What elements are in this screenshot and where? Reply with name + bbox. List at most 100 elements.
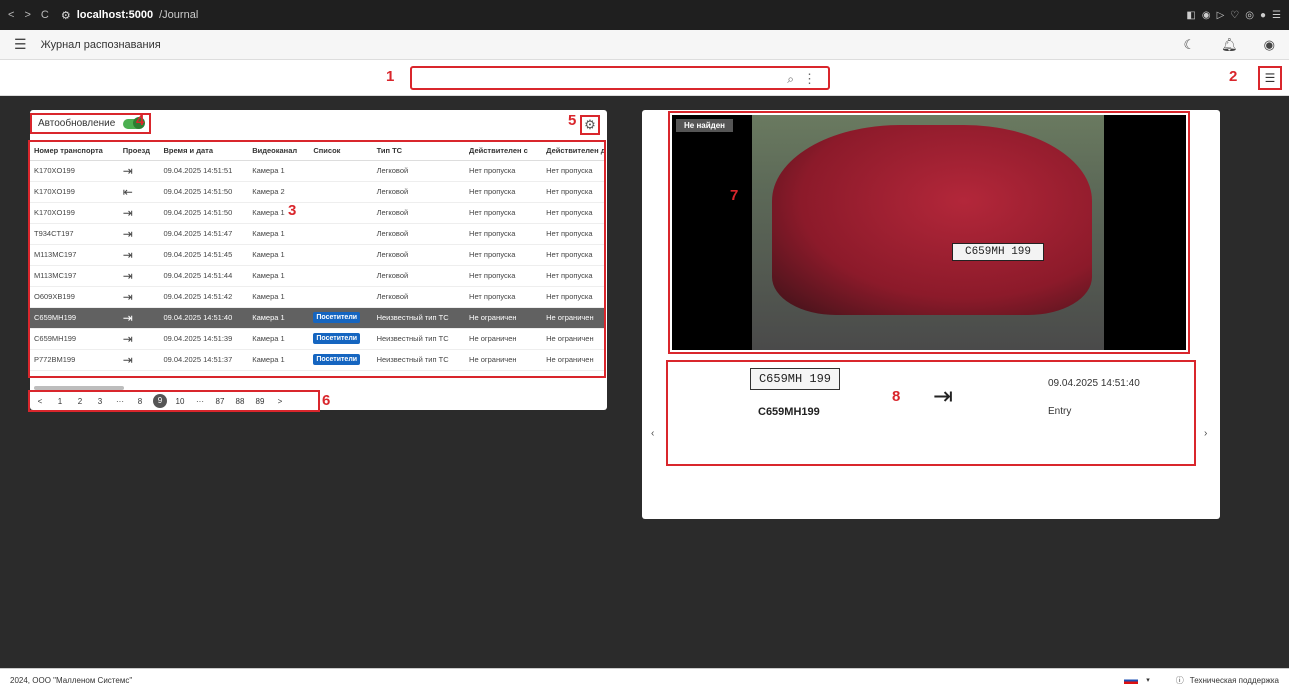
- column-header[interactable]: Действителен д: [542, 142, 604, 161]
- direction-cell: ⇥: [118, 202, 160, 224]
- table-row[interactable]: C659MH199 ⇥ 09.04.2025 14:51:39 Камера 1 Пос…: [30, 328, 604, 350]
- search-field[interactable]: ⌕ ⋮: [410, 66, 830, 90]
- valid-to-cell: Нет пропуска: [542, 244, 604, 266]
- extension-icon[interactable]: ▷: [1217, 10, 1225, 21]
- plate-cell: C659MH199: [30, 307, 119, 329]
- extensions-area: ◧ ◉ ▷ ♡ ◎ ● ☰: [1186, 10, 1281, 21]
- pager-item[interactable]: 2: [70, 397, 90, 406]
- plate-cell: T934CT197: [30, 223, 119, 245]
- pager-item[interactable]: 89: [250, 397, 270, 406]
- column-header[interactable]: Видеоканал: [248, 142, 310, 161]
- camera-frame: C659MH 199 Не найден 7: [668, 111, 1190, 354]
- column-header[interactable]: Проезд: [118, 142, 160, 161]
- pager-item[interactable]: 1: [50, 397, 70, 406]
- video-plate: C659MH 199: [952, 243, 1044, 261]
- type-cell: Легковой: [372, 223, 466, 245]
- direction-cell: ⇤: [118, 181, 160, 203]
- table-row[interactable]: M113MC197 ⇥ 09.04.2025 14:51:44 Камера 1 Лег…: [30, 265, 604, 287]
- pager-item[interactable]: 10: [170, 397, 190, 406]
- pager-prev[interactable]: <: [30, 397, 50, 406]
- support-link[interactable]: ⓘ Техническая поддержка: [1176, 675, 1279, 686]
- pager-item[interactable]: ···: [110, 397, 130, 406]
- extension-icon[interactable]: ◉: [1202, 10, 1211, 21]
- type-cell: Неизвестный тип ТС: [372, 328, 466, 350]
- forward-button[interactable]: >: [24, 9, 30, 21]
- search-icon[interactable]: ⌕: [787, 72, 794, 87]
- table-row[interactable]: O609XB199 ⇥ 09.04.2025 14:51:42 Камера 1 Лег…: [30, 286, 604, 308]
- pager-item[interactable]: 87: [210, 397, 230, 406]
- table-row[interactable]: P772BM199 ⇥ 09.04.2025 14:51:37 Камера 1 Пос…: [30, 349, 604, 371]
- time-cell: 09.04.2025 14:51:42: [159, 286, 249, 308]
- plate-cell: M113MC197: [30, 244, 119, 266]
- language-flag-icon[interactable]: [1124, 676, 1139, 684]
- time-cell: 09.04.2025 14:51:51: [159, 160, 249, 182]
- time-cell: 09.04.2025 14:51:45: [159, 244, 249, 266]
- journal-panel: Автообновление 4 5 ⚙ Номер транспорта Пр…: [28, 110, 607, 412]
- chevron-down-icon[interactable]: ▾: [1146, 676, 1150, 684]
- type-cell: Неизвестный тип ТС: [372, 349, 466, 371]
- valid-to-cell: Не ограничен: [542, 328, 604, 350]
- direction-cell: ⇥: [118, 328, 160, 350]
- pagination: <1 2 3 ··· 8 9 10 ··· 87 88 89 >: [28, 390, 320, 412]
- valid-from-cell: Нет пропуска: [465, 181, 543, 203]
- bell-icon[interactable]: 🔔︎: [1221, 37, 1238, 53]
- site-info-icon[interactable]: ⚙: [61, 9, 71, 22]
- list-icon: ☰: [1264, 71, 1276, 85]
- toolbar: 1 ⌕ ⋮ 2 ☰: [0, 60, 1289, 96]
- time-cell: 09.04.2025 14:51:47: [159, 223, 249, 245]
- channel-cell: Камера 1: [248, 223, 310, 245]
- channel-cell: Камера 1: [248, 244, 310, 266]
- list-cell: [309, 160, 373, 182]
- extension-icon[interactable]: ●: [1260, 10, 1266, 21]
- next-button[interactable]: ›: [1204, 428, 1207, 439]
- table-row[interactable]: T934CT197 ⇥ 09.04.2025 14:51:47 Камера 1 Лег…: [30, 223, 604, 245]
- more-vert-icon[interactable]: ⋮: [803, 71, 816, 87]
- theme-moon-icon[interactable]: ☾: [1183, 37, 1195, 53]
- pager-item[interactable]: 3: [90, 397, 110, 406]
- pager-item[interactable]: 88: [230, 397, 250, 406]
- table-row[interactable]: K170XO199 ⇥ 09.04.2025 14:51:51 Камера 1 Лег…: [30, 160, 604, 182]
- table-row[interactable]: K170XO199 ⇤ 09.04.2025 14:51:50 Камера 2 Лег…: [30, 181, 604, 203]
- reload-button[interactable]: C: [41, 9, 49, 21]
- channel-cell: Камера 1: [248, 349, 310, 371]
- direction-cell: ⇥: [118, 223, 160, 245]
- table-row[interactable]: M113MC197 ⇥ 09.04.2025 14:51:45 Камера 1 Лег…: [30, 244, 604, 266]
- column-header[interactable]: Действителен с: [465, 142, 543, 161]
- extension-icon[interactable]: ☰: [1272, 10, 1281, 21]
- column-header[interactable]: Время и дата: [159, 142, 249, 161]
- column-header[interactable]: Номер транспорта: [30, 142, 119, 161]
- extension-icon[interactable]: ♡: [1230, 10, 1239, 21]
- prev-button[interactable]: ‹: [651, 428, 654, 439]
- type-cell: Легковой: [372, 160, 466, 182]
- annotation-number: 7: [730, 187, 739, 204]
- search-input[interactable]: [412, 68, 772, 90]
- app-header: ☰ Журнал распознавания ☾ 🔔︎ ◉: [0, 30, 1289, 60]
- menu-icon[interactable]: ☰: [14, 36, 27, 53]
- entry-icon: ⇥: [122, 205, 133, 220]
- address-bar[interactable]: ⚙ localhost:5000/Journal: [61, 9, 198, 22]
- extension-icon[interactable]: ◎: [1245, 10, 1254, 21]
- settings-button[interactable]: ⚙: [580, 115, 600, 135]
- annotation-number: 4: [136, 112, 145, 129]
- valid-to-cell: Нет пропуска: [542, 265, 604, 287]
- valid-from-cell: Нет пропуска: [465, 160, 543, 182]
- pager-item[interactable]: 8: [130, 397, 150, 406]
- gear-icon: ⚙: [584, 117, 596, 132]
- channel-cell: Камера 1: [248, 286, 310, 308]
- extension-icon[interactable]: ◧: [1186, 10, 1195, 21]
- url-host: localhost:5000: [76, 9, 154, 21]
- column-header[interactable]: Тип ТС: [372, 142, 466, 161]
- back-button[interactable]: <: [8, 9, 14, 21]
- pager-item[interactable]: ···: [190, 397, 210, 406]
- table-row[interactable]: K170XO199 ⇥ 09.04.2025 14:51:50 Камера 1 Лег…: [30, 202, 604, 224]
- autoupdate-control[interactable]: Автообновление: [30, 113, 152, 134]
- valid-to-cell: Нет пропуска: [542, 286, 604, 308]
- column-header[interactable]: Список: [309, 142, 373, 161]
- status-badge: Не найден: [676, 119, 734, 132]
- pager-next[interactable]: >: [270, 397, 290, 406]
- time-cell: 09.04.2025 14:51:44: [159, 265, 249, 287]
- pager-item[interactable]: 9: [153, 394, 167, 408]
- table-row[interactable]: C659MH199 ⇥ 09.04.2025 14:51:40 Камера 1 Пос…: [30, 307, 604, 329]
- account-icon[interactable]: ◉: [1264, 37, 1275, 53]
- list-view-button[interactable]: ☰: [1258, 66, 1282, 90]
